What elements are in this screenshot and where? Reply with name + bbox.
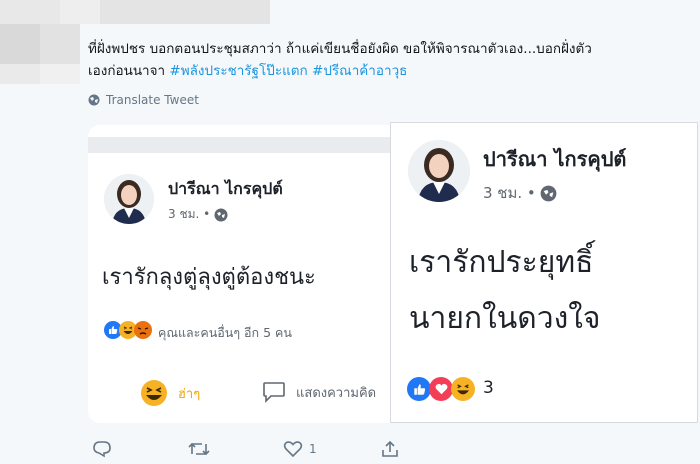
reaction-count: 3 <box>483 378 494 398</box>
translate-label: Translate Tweet <box>106 93 199 107</box>
post-text-line2: นายกในดวงใจ <box>409 301 601 336</box>
comment-button[interactable]: แสดงความคิด <box>262 381 376 403</box>
post-text-line1: เรารักประยุทธิ์ <box>409 245 594 280</box>
share-button[interactable] <box>380 440 400 458</box>
hashtag-link[interactable]: #ปรีณาค้าอาวุธ <box>312 63 407 79</box>
globe-icon <box>88 94 100 106</box>
post-time: 3 ชม. • <box>168 207 211 221</box>
comment-icon <box>263 382 285 403</box>
post-meta: 3 ชม. • <box>483 181 557 205</box>
reaction-text: คุณและคนอื่นๆ อีก 5 คน <box>158 325 292 340</box>
reply-icon <box>93 441 111 458</box>
comment-label: แสดงความคิด <box>296 385 377 401</box>
globe-icon <box>214 208 228 221</box>
love-reaction-icon <box>429 377 453 401</box>
haha-icon <box>141 380 167 406</box>
share-icon <box>382 440 398 457</box>
avatar <box>104 174 154 224</box>
reaction-summary[interactable]: คุณและคนอื่นๆ อีก 5 คน <box>104 321 384 343</box>
reply-button[interactable] <box>92 440 118 458</box>
post-text: เรารักลุงตู่ลุงตู่ต้องชนะ <box>102 265 316 290</box>
haha-label: ฮ่าๆ <box>178 386 201 402</box>
profile-name[interactable]: ปารีณา ไกรคุปต์ <box>168 177 283 202</box>
like-count: 1 <box>309 442 317 456</box>
retweet-icon <box>188 442 210 456</box>
tweet-text-line1: ที่ฝั่งพปชร บอกตอนประชุมสภาว่า ถ้าแค่เขี… <box>88 41 592 57</box>
like-reaction-icon <box>407 377 431 401</box>
screenshot-card-left: ปารีณา ไกรคุปต์ 3 ชม. • เรารักลุงตู่ลุงต… <box>88 125 390 423</box>
heart-icon <box>283 441 303 458</box>
haha-reaction-icon <box>451 377 475 401</box>
hashtag-link[interactable]: #พลังประชารัฐโป๊ะแตก <box>169 63 307 79</box>
card-top-bar <box>88 137 390 153</box>
angry-reaction-icon <box>134 321 152 339</box>
retweet-button[interactable] <box>188 440 216 458</box>
tweet-text: ที่ฝั่งพปชร บอกตอนประชุมสภาว่า ถ้าแค่เขี… <box>88 38 688 82</box>
globe-icon <box>540 185 557 201</box>
haha-button[interactable]: ฮ่าๆ <box>140 379 200 407</box>
like-button[interactable]: 1 <box>283 440 317 458</box>
screenshot-card-right: ปารีณา ไกรคุปต์ 3 ชม. • เรารักประยุทธิ์ … <box>390 122 698 423</box>
profile-name[interactable]: ปารีณา ไกรคุปต์ <box>483 143 626 175</box>
translate-tweet-link[interactable]: Translate Tweet <box>88 93 199 107</box>
avatar <box>408 140 470 202</box>
tweet-text-line2: เองก่อนนาจา <box>88 63 170 79</box>
post-meta: 3 ชม. • <box>168 205 228 224</box>
reaction-summary[interactable]: 3 <box>407 377 527 403</box>
post-time: 3 ชม. • <box>483 184 536 202</box>
